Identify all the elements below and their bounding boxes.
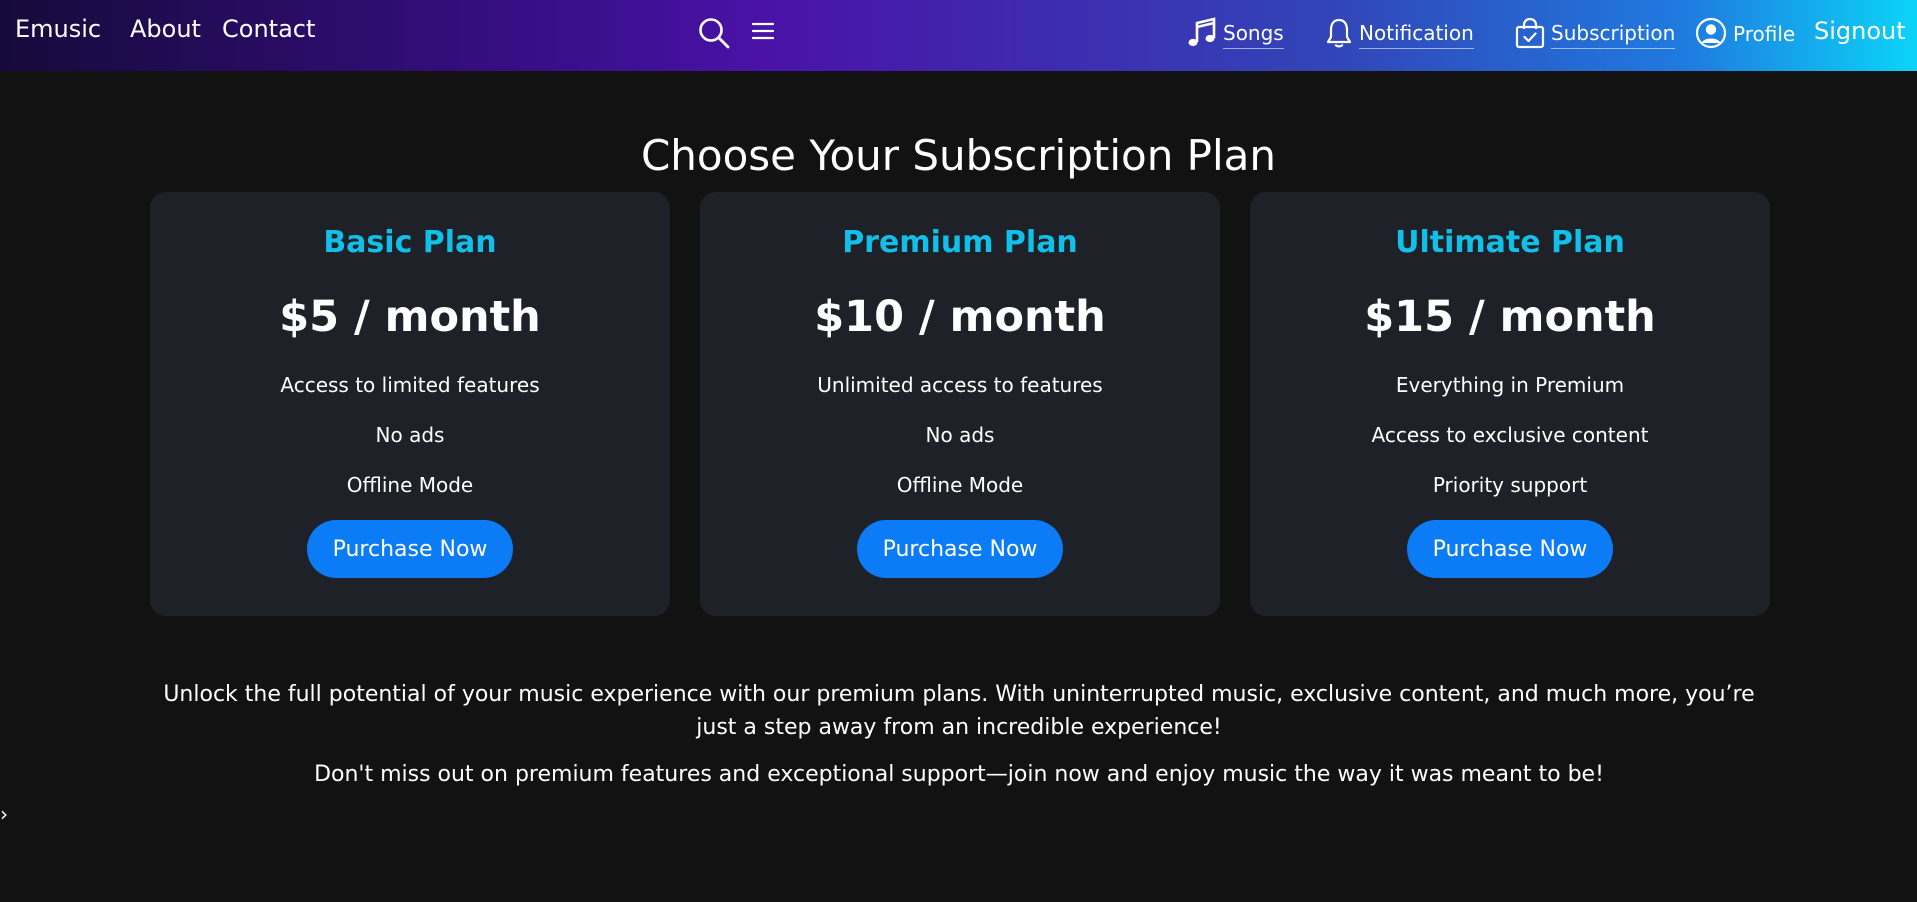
- plan-name: Basic Plan: [323, 225, 497, 260]
- nav-profile[interactable]: Profile: [1695, 17, 1795, 53]
- plan-price: $15 / month: [1364, 292, 1656, 342]
- plan-name: Ultimate Plan: [1395, 225, 1625, 260]
- about-link[interactable]: About: [130, 15, 201, 43]
- signout-link[interactable]: Signout: [1814, 17, 1906, 45]
- search-icon[interactable]: [697, 16, 731, 54]
- plan-feature: Access to limited features: [280, 373, 540, 397]
- purchase-basic-button[interactable]: Purchase Now: [307, 520, 513, 578]
- contact-link[interactable]: Contact: [222, 15, 315, 43]
- bell-icon: [1325, 17, 1353, 53]
- nav-notification-label: Notification: [1359, 21, 1474, 49]
- nav-notification[interactable]: Notification: [1325, 17, 1474, 53]
- nav-subscription-label: Subscription: [1551, 21, 1676, 49]
- plan-feature: Offline Mode: [896, 473, 1024, 497]
- plan-card-basic: Basic Plan $5 / month Access to limited …: [150, 192, 670, 616]
- nav-songs[interactable]: Songs: [1187, 17, 1284, 53]
- promo-paragraph: Unlock the full potential of your music …: [163, 682, 1755, 740]
- plan-price: $10 / month: [814, 292, 1106, 342]
- plan-feature: No ads: [375, 423, 445, 447]
- nav-profile-label: Profile: [1733, 21, 1796, 46]
- nav-subscription[interactable]: Subscription: [1515, 17, 1676, 53]
- purchase-premium-button[interactable]: Purchase Now: [857, 520, 1063, 578]
- plan-feature: Everything in Premium: [1395, 373, 1625, 397]
- promo-paragraph-secondary: Don't miss out on premium features and e…: [314, 762, 1604, 787]
- user-circle-icon: [1695, 17, 1727, 53]
- hamburger-menu-icon[interactable]: [751, 21, 775, 45]
- plan-name: Premium Plan: [842, 225, 1078, 260]
- brand-link[interactable]: Emusic: [15, 15, 101, 43]
- plan-feature: Unlimited access to features: [817, 373, 1103, 397]
- plan-feature: Offline Mode: [346, 473, 474, 497]
- plan-feature: Priority support: [1432, 473, 1588, 497]
- nav-songs-label: Songs: [1223, 21, 1284, 49]
- top-navbar: Emusic About Contact Songs Notification …: [0, 0, 1917, 71]
- page-title: Choose Your Subscription Plan: [640, 131, 1277, 180]
- plan-feature: No ads: [925, 423, 995, 447]
- plan-card-premium: Premium Plan $10 / month Unlimited acces…: [700, 192, 1220, 616]
- plan-price: $5 / month: [279, 292, 541, 342]
- plan-feature: Access to exclusive content: [1371, 423, 1649, 447]
- purchase-ultimate-button[interactable]: Purchase Now: [1407, 520, 1613, 578]
- plan-card-ultimate: Ultimate Plan $15 / month Everything in …: [1250, 192, 1770, 616]
- shopping-bag-check-icon: [1515, 17, 1545, 53]
- music-note-icon: [1187, 17, 1217, 53]
- chevron-right-icon[interactable]: ›: [0, 802, 8, 826]
